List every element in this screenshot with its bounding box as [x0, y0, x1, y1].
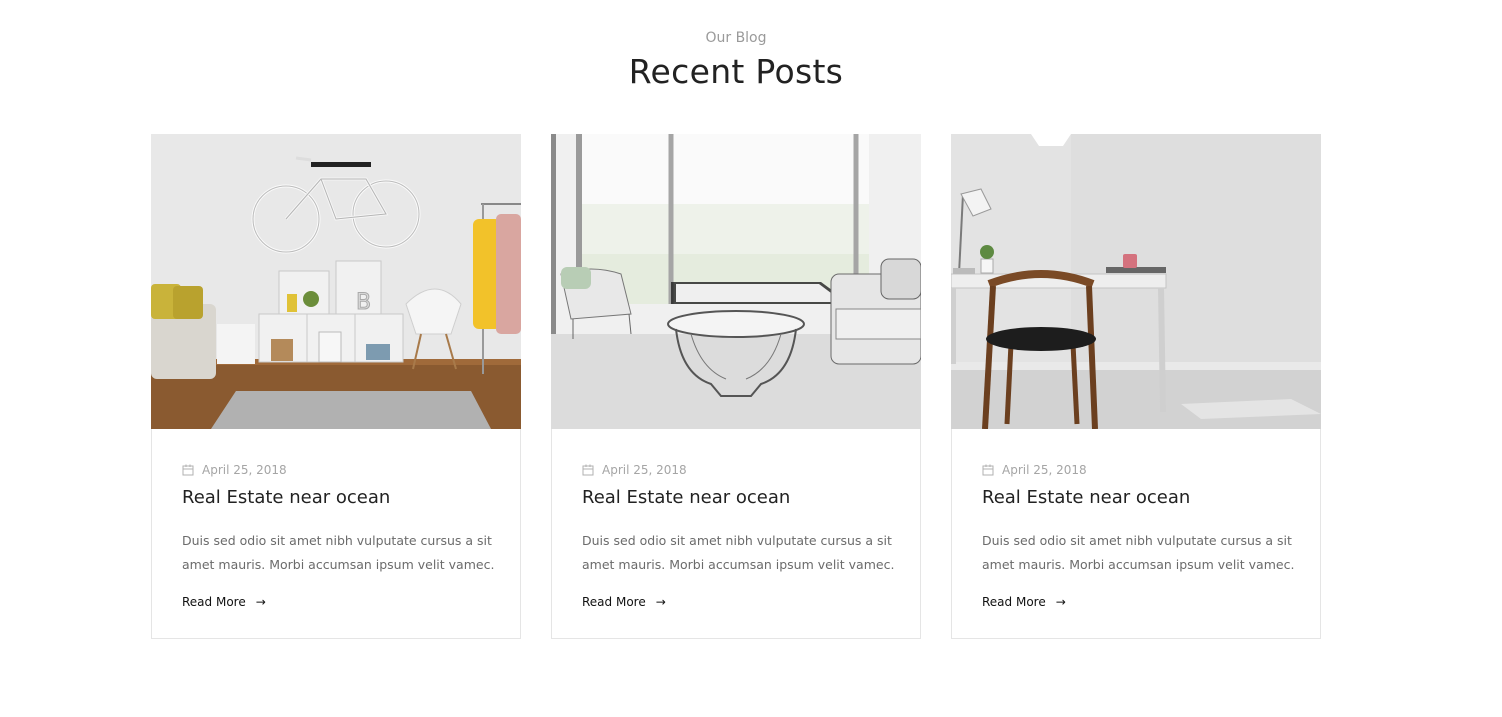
- read-more-link[interactable]: Read More →: [182, 595, 266, 609]
- post-image-sketch-room[interactable]: [551, 134, 921, 429]
- post-excerpt: Duis sed odio sit amet nibh vulputate cu…: [582, 533, 895, 572]
- post-date: April 25, 2018: [1002, 463, 1087, 477]
- read-more-link[interactable]: Read More →: [982, 595, 1066, 609]
- post-image-living-room[interactable]: B: [151, 134, 521, 429]
- post-card[interactable]: April 25, 2018 Real Estate near ocean Du…: [551, 134, 921, 639]
- post-excerpt: Duis sed odio sit amet nibh vulputate cu…: [182, 533, 495, 572]
- post-title-link[interactable]: Real Estate near ocean: [982, 487, 1190, 508]
- post-date: April 25, 2018: [602, 463, 687, 477]
- section-title: Recent Posts: [628, 52, 844, 91]
- post-image-desk-chair[interactable]: [951, 134, 1321, 429]
- svg-text:B: B: [356, 290, 371, 315]
- read-more-label: Read More: [582, 595, 646, 609]
- post-meta: April 25, 2018: [182, 463, 287, 477]
- arrow-right-icon: →: [255, 595, 266, 609]
- section-subtitle: Our Blog: [705, 30, 767, 46]
- post-card[interactable]: B April 25, 2018 Real Estate near ocean …: [151, 134, 521, 639]
- arrow-right-icon: →: [1055, 595, 1066, 609]
- post-title-link[interactable]: Real Estate near ocean: [182, 487, 390, 508]
- post-meta: April 25, 2018: [982, 463, 1087, 477]
- read-more-label: Read More: [182, 595, 246, 609]
- calendar-icon: [982, 464, 994, 476]
- post-card[interactable]: April 25, 2018 Real Estate near ocean Du…: [951, 134, 1321, 639]
- post-cards: B April 25, 2018 Real Estate near ocean …: [151, 134, 1321, 639]
- read-more-link[interactable]: Read More →: [582, 595, 666, 609]
- arrow-right-icon: →: [655, 595, 666, 609]
- post-excerpt: Duis sed odio sit amet nibh vulputate cu…: [982, 533, 1295, 572]
- blog-section: Our Blog Recent Posts B April 25, 2018 R…: [0, 0, 1502, 717]
- calendar-icon: [182, 464, 194, 476]
- post-title-link[interactable]: Real Estate near ocean: [582, 487, 790, 508]
- calendar-icon: [582, 464, 594, 476]
- post-date: April 25, 2018: [202, 463, 287, 477]
- post-meta: April 25, 2018: [582, 463, 687, 477]
- read-more-label: Read More: [982, 595, 1046, 609]
